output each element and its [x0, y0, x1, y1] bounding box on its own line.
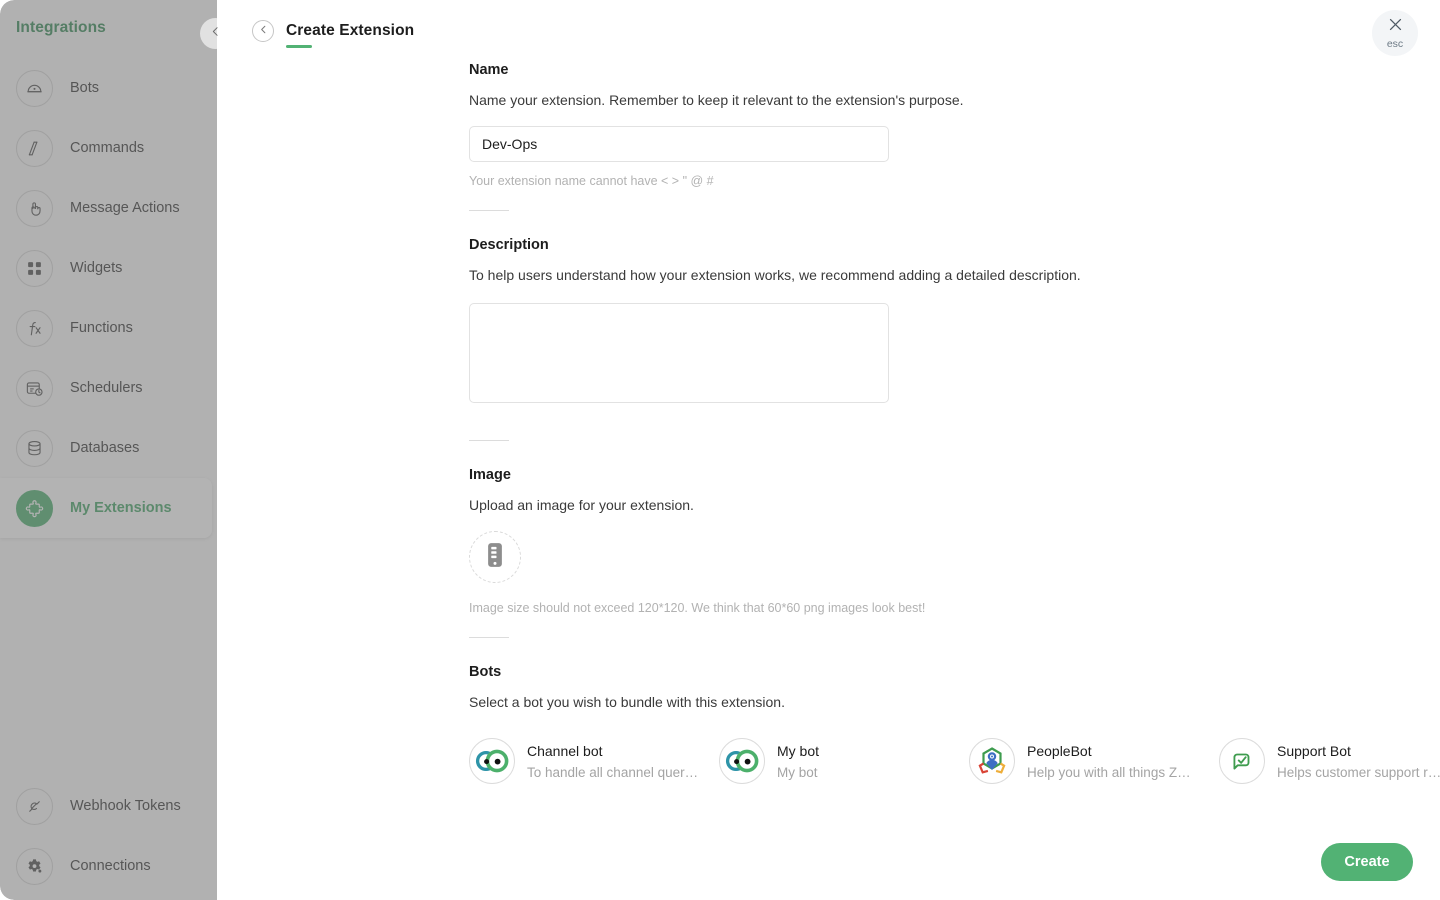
- bot-name: My bot: [777, 743, 819, 759]
- section-description-title: Description: [469, 237, 1440, 253]
- chevron-left-circle-icon: [258, 22, 269, 40]
- support-chat-icon: [1219, 738, 1265, 784]
- sidebar-nav: Bots Commands: [0, 58, 217, 538]
- sidebar-item-message-actions[interactable]: Message Actions: [0, 178, 217, 238]
- puzzle-piece-icon: [16, 490, 53, 527]
- sidebar-item-label: Databases: [70, 440, 139, 456]
- sidebar-item-label: Commands: [70, 140, 144, 156]
- section-image-title: Image: [469, 467, 1440, 483]
- extension-name-input[interactable]: [469, 126, 889, 162]
- googly-eyes-bot-icon: [469, 738, 515, 784]
- divider-description: [469, 440, 509, 441]
- hand-pointer-icon: [16, 190, 53, 227]
- database-icon: [16, 430, 53, 467]
- section-description-description: To help users understand how your extens…: [469, 267, 1440, 283]
- section-bots-description: Select a bot you wish to bundle with thi…: [469, 694, 1440, 710]
- bot-option-my-bot[interactable]: My bot My bot: [719, 738, 969, 784]
- bot-name: Channel bot: [527, 743, 698, 759]
- sidebar-item-label: Schedulers: [70, 380, 143, 396]
- sidebar-item-label: Functions: [70, 320, 133, 336]
- close-icon: [1387, 16, 1404, 38]
- sidebar-item-label: My Extensions: [70, 500, 172, 516]
- bot-subtitle: Help you with all things Z…: [1027, 765, 1191, 780]
- divider-image: [469, 637, 509, 638]
- image-upload-hint: Image size should not exceed 120*120. We…: [469, 601, 1440, 615]
- section-description: Description To help users understand how…: [469, 237, 1440, 408]
- bot-option-peoplebot[interactable]: PeopleBot Help you with all things Z…: [969, 738, 1219, 784]
- sidebar-item-label: Message Actions: [70, 200, 180, 216]
- sidebar-item-label: Connections: [70, 858, 151, 874]
- grid-squares-icon: [16, 250, 53, 287]
- page-title: Create Extension: [286, 22, 414, 40]
- sidebar: Integrations Bots: [0, 0, 217, 900]
- bots-list: Channel bot To handle all channel quer…: [469, 738, 1440, 784]
- slash-command-icon: [16, 130, 53, 167]
- image-upload-button[interactable]: [469, 531, 521, 583]
- bot-name: PeopleBot: [1027, 743, 1191, 759]
- sidebar-item-commands[interactable]: Commands: [0, 118, 217, 178]
- chevron-left-icon: [209, 25, 222, 43]
- calendar-clock-icon: [16, 370, 53, 407]
- googly-eyes-bot-icon: [719, 738, 765, 784]
- mobile-device-icon: [480, 540, 510, 575]
- panel-header: Create Extension: [252, 20, 414, 42]
- section-bots: Bots Select a bot you wish to bundle wit…: [469, 664, 1440, 784]
- sidebar-item-widgets[interactable]: Widgets: [0, 238, 217, 298]
- sidebar-title: Integrations: [16, 19, 106, 37]
- bot-name: Support Bot: [1277, 743, 1440, 759]
- sidebar-item-label: Widgets: [70, 260, 122, 276]
- section-name-title: Name: [469, 62, 1440, 78]
- gear-icon: [16, 848, 53, 885]
- section-name-description: Name your extension. Remember to keep it…: [469, 92, 1440, 108]
- form-content: Name Name your extension. Remember to ke…: [469, 62, 1440, 784]
- bot-subtitle: My bot: [777, 765, 819, 780]
- sidebar-item-my-extensions[interactable]: My Extensions: [0, 478, 212, 538]
- sidebar-item-label: Bots: [70, 80, 99, 96]
- sidebar-item-functions[interactable]: Functions: [0, 298, 217, 358]
- people-hexagon-icon: [969, 738, 1015, 784]
- create-extension-panel: Create Extension esc Name Name your exte…: [217, 0, 1440, 900]
- bot-subtitle: To handle all channel quer…: [527, 765, 698, 780]
- sidebar-item-label: Webhook Tokens: [70, 798, 181, 814]
- title-underline: [286, 45, 312, 48]
- extension-name-hint: Your extension name cannot have < > " @ …: [469, 174, 1440, 188]
- bot-option-channel-bot[interactable]: Channel bot To handle all channel quer…: [469, 738, 719, 784]
- section-bots-title: Bots: [469, 664, 1440, 680]
- divider-name: [469, 210, 509, 211]
- sidebar-nav-bottom: Webhook Tokens Connections: [0, 776, 217, 896]
- sidebar-item-schedulers[interactable]: Schedulers: [0, 358, 217, 418]
- plug-icon: [16, 788, 53, 825]
- bot-icon: [16, 70, 53, 107]
- sidebar-collapse-button[interactable]: [200, 18, 231, 49]
- sidebar-item-bots[interactable]: Bots: [0, 58, 217, 118]
- extension-description-textarea[interactable]: [469, 303, 889, 403]
- sidebar-item-databases[interactable]: Databases: [0, 418, 217, 478]
- section-name: Name Name your extension. Remember to ke…: [469, 62, 1440, 188]
- close-esc-label: esc: [1387, 39, 1403, 50]
- sidebar-item-webhook-tokens[interactable]: Webhook Tokens: [0, 776, 217, 836]
- bot-option-support-bot[interactable]: Support Bot Helps customer support r…: [1219, 738, 1440, 784]
- bot-subtitle: Helps customer support r…: [1277, 765, 1440, 780]
- function-icon: [16, 310, 53, 347]
- close-button[interactable]: esc: [1372, 10, 1418, 56]
- section-image-description: Upload an image for your extension.: [469, 497, 1440, 513]
- create-button[interactable]: Create: [1321, 843, 1413, 881]
- app-window: Integrations Bots: [0, 0, 1440, 900]
- sidebar-item-connections[interactable]: Connections: [0, 836, 217, 896]
- back-button[interactable]: [252, 20, 274, 42]
- section-image: Image Upload an image for your extension…: [469, 467, 1440, 615]
